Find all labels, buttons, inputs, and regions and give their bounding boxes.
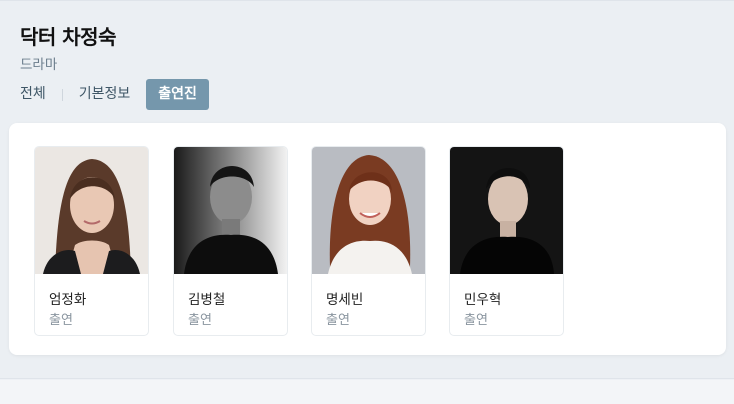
tab-divider (61, 88, 63, 101)
cast-name: 김병철 (188, 292, 226, 308)
tab-basic-info[interactable]: 기본정보 (79, 79, 131, 110)
cast-role: 출연 (464, 313, 488, 328)
tab-all[interactable]: 전체 (20, 79, 46, 110)
tab-cast[interactable]: 출연진 (146, 79, 209, 110)
program-title: 닥터 차정숙 (20, 25, 116, 49)
cast-card[interactable]: 김병철 출연 (173, 146, 288, 336)
cast-photo (450, 147, 563, 274)
cast-card[interactable]: 엄정화 출연 (34, 146, 149, 336)
cast-photo (174, 147, 287, 274)
cast-photo (35, 147, 148, 274)
program-genre: 드라마 (20, 57, 58, 73)
cast-name: 엄정화 (49, 292, 87, 308)
cast-role: 출연 (49, 313, 73, 328)
cast-role: 출연 (326, 313, 350, 328)
cast-role: 출연 (188, 313, 212, 328)
info-tabs: 전체 기본정보 출연진 (20, 79, 209, 110)
cast-name: 민우혁 (464, 292, 502, 308)
cast-card[interactable]: 명세빈 출연 (311, 146, 426, 336)
cast-photo (312, 147, 425, 274)
cast-card[interactable]: 민우혁 출연 (449, 146, 564, 336)
program-info-panel: 닥터 차정숙 드라마 전체 기본정보 출연진 엄정화 출연 김병철 출연 명세빈… (0, 0, 734, 379)
cast-name: 명세빈 (326, 292, 364, 308)
cast-list: 엄정화 출연 김병철 출연 명세빈 출연 민우혁 출연 (9, 123, 726, 355)
page-background (0, 380, 734, 404)
